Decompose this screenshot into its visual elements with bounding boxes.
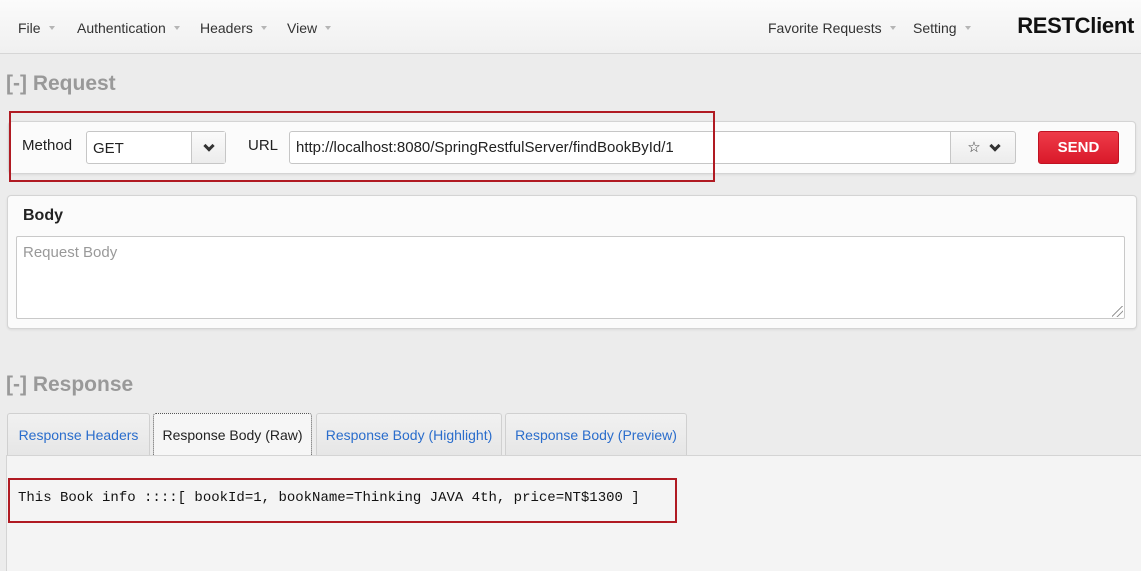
request-body-textarea[interactable] [16,236,1125,319]
menu-headers[interactable]: Headers [200,20,267,36]
menu-view[interactable]: View [287,20,332,36]
caret-down-icon [48,26,55,30]
menu-file[interactable]: File [18,20,55,36]
send-button[interactable]: SEND [1038,131,1119,164]
menu-authentication-label: Authentication [77,20,166,36]
star-icon[interactable]: ☆ [967,140,980,155]
caret-down-icon [173,26,180,30]
chevron-down-icon[interactable] [989,139,1001,152]
menu-setting-label: Setting [913,20,957,36]
tab-response-headers[interactable]: Response Headers [7,413,150,455]
highlight-box-request [9,111,715,182]
body-title: Body [23,207,63,224]
caret-down-icon [325,26,332,30]
response-section-toggle[interactable]: [-] Response [6,373,133,397]
tabs-divider [6,455,1141,456]
menu-view-label: View [287,20,318,36]
app-brand[interactable]: RESTClient [1017,13,1134,39]
highlight-box-response [8,478,677,523]
caret-down-icon [889,26,896,30]
caret-down-icon [964,26,971,30]
resize-grip-icon[interactable] [1112,306,1123,317]
menu-favorite-requests-label: Favorite Requests [768,20,882,36]
request-section-toggle[interactable]: [-] Request [6,72,116,96]
tab-response-body-preview[interactable]: Response Body (Preview) [505,413,687,455]
menu-favorite-requests[interactable]: Favorite Requests [768,20,896,36]
menu-authentication[interactable]: Authentication [77,20,180,36]
menu-file-label: File [18,20,41,36]
menu-setting[interactable]: Setting [913,20,971,36]
menu-headers-label: Headers [200,20,253,36]
url-actions: ☆ [950,131,1016,164]
caret-down-icon [260,26,267,30]
tab-response-body-highlight[interactable]: Response Body (Highlight) [316,413,502,455]
tab-response-body-raw[interactable]: Response Body (Raw) [153,413,312,455]
top-navbar: File Authentication Headers View Favorit… [0,0,1141,54]
